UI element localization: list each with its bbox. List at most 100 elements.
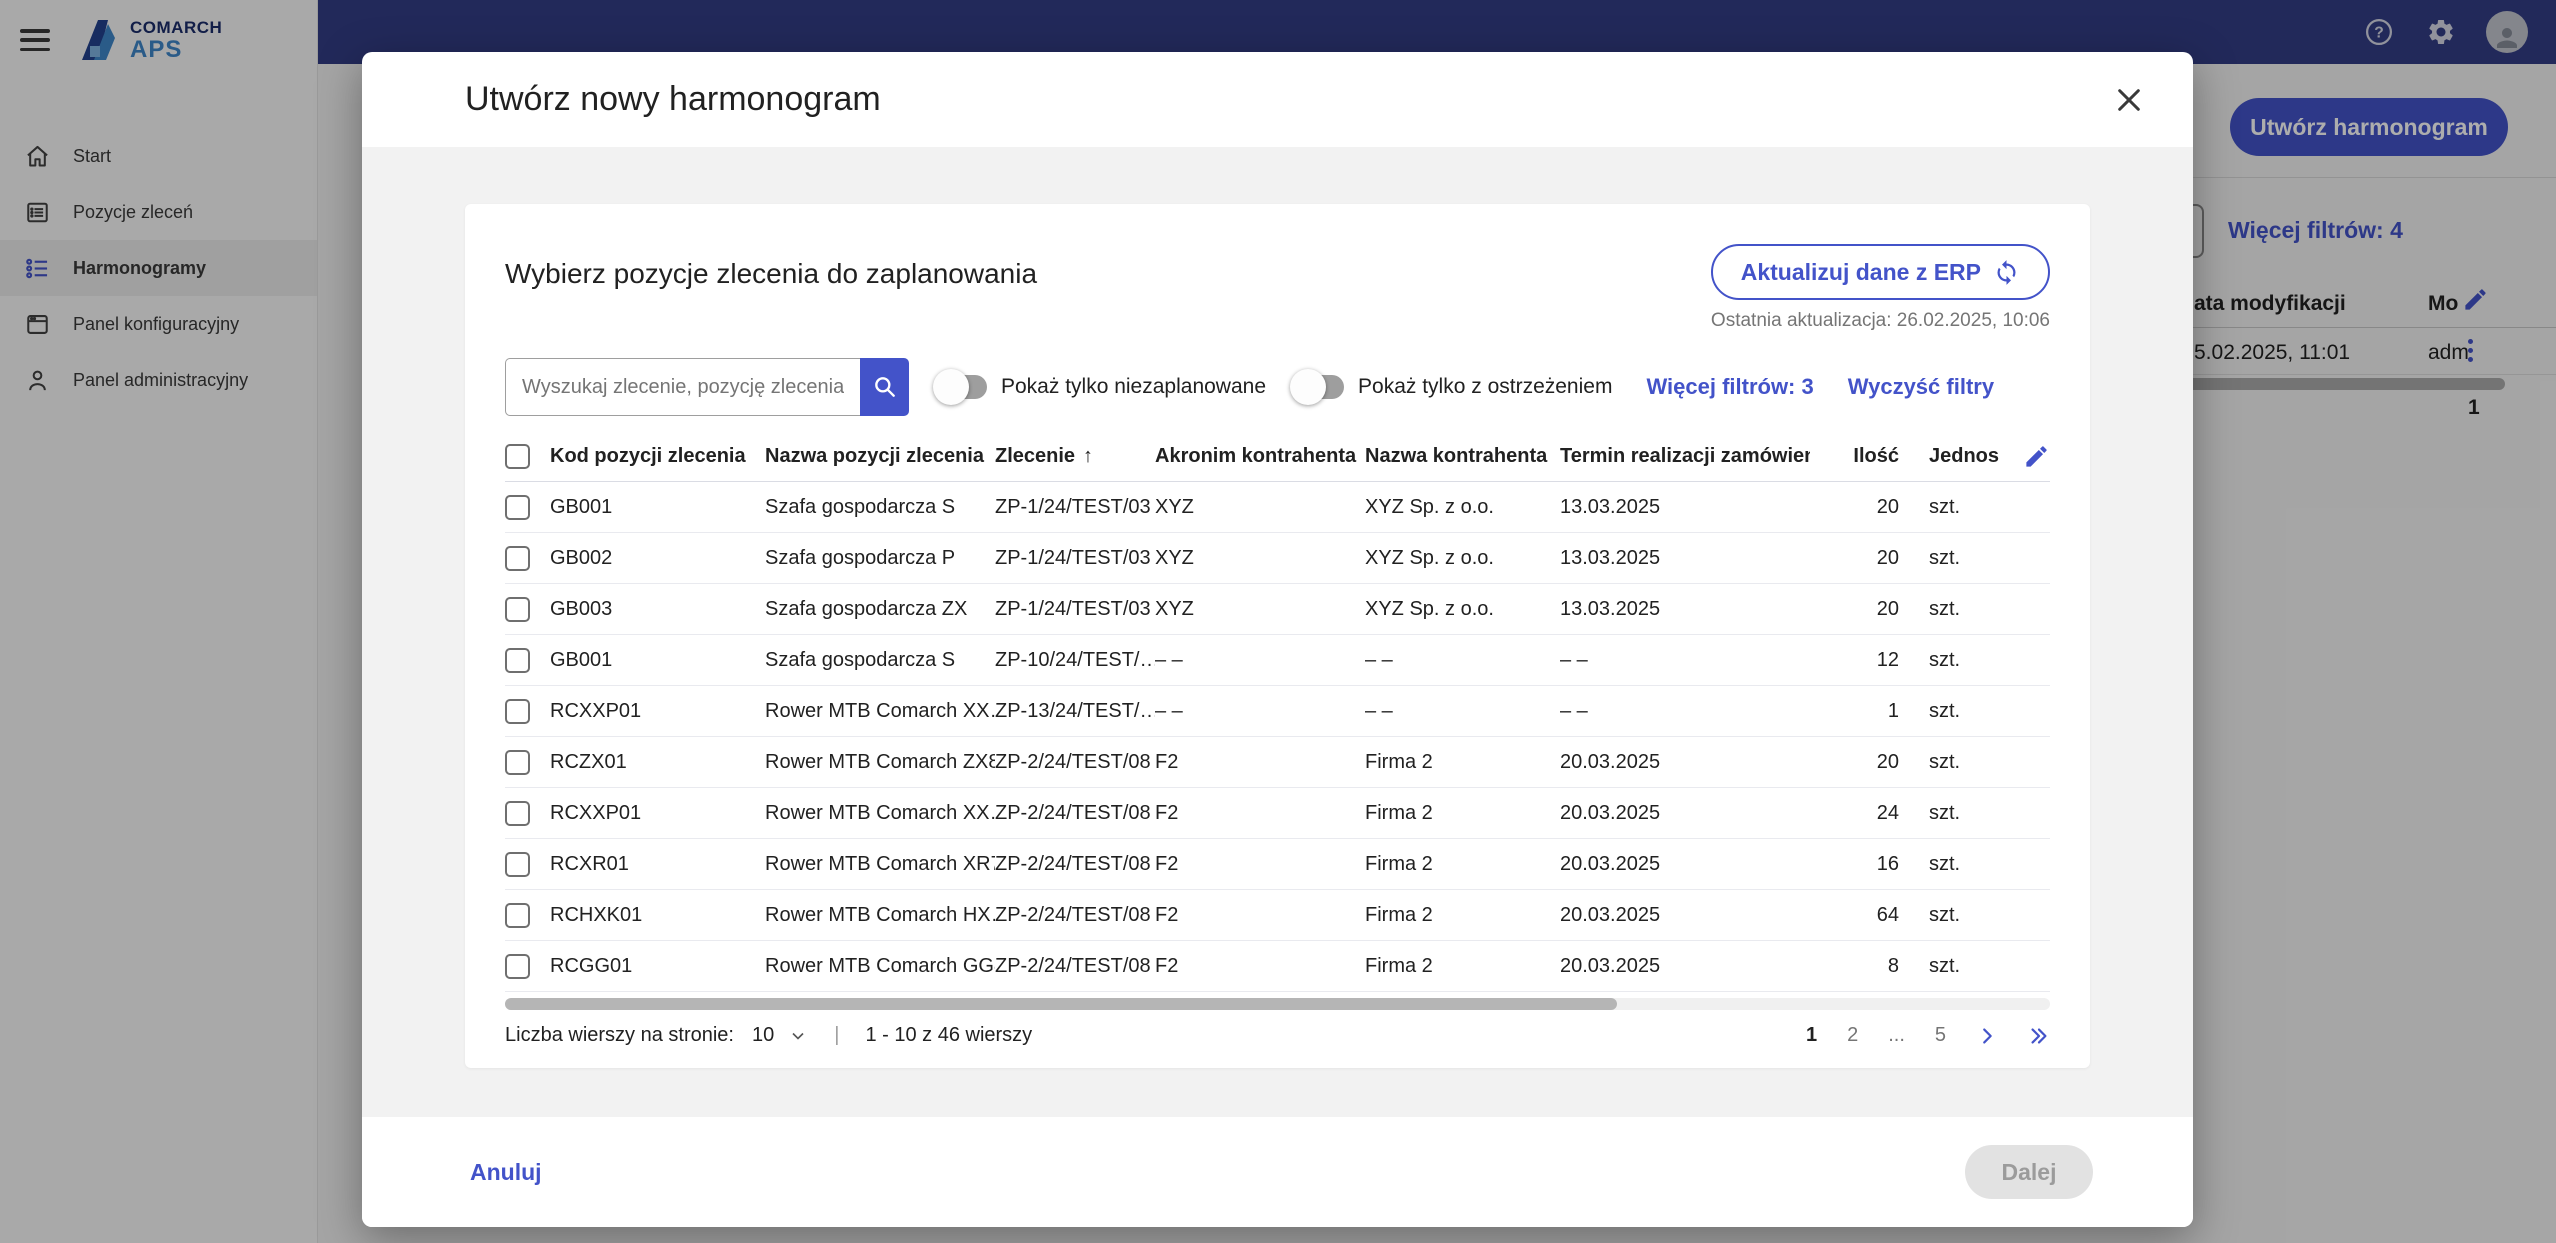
row-checkbox[interactable] (505, 902, 530, 928)
select-all-checkbox[interactable] (505, 444, 530, 469)
search-button[interactable] (860, 358, 909, 416)
cell-quantity: 20 (1876, 546, 1899, 569)
pagination-bar: Liczba wierszy na stronie: 10 | 1 - 10 z… (505, 1024, 2050, 1047)
table-row[interactable]: GB001 Szafa gospodarcza S ZP-10/24/TEST/… (505, 635, 2050, 686)
cell-order: ZP-2/24/TEST/08 (995, 801, 1151, 824)
cell-code: RCXXP01 (550, 801, 642, 824)
cell-code: RCXR01 (550, 852, 629, 875)
modal-header: Utwórz nowy harmonogram (362, 52, 2193, 147)
table-header-row: Kod pozycji zlecenia Nazwa pozycji zlece… (505, 432, 2050, 482)
last-page-icon[interactable] (2028, 1025, 2050, 1047)
cell-unit: szt. (1929, 495, 1961, 518)
cell-name: Szafa gospodarcza P (765, 546, 956, 569)
table-row[interactable]: RCGG01 Rower MTB Comarch GG89 ZP-2/24/TE… (505, 941, 2050, 992)
table-row[interactable]: RCZX01 Rower MTB Comarch ZX8… ZP-2/24/TE… (505, 737, 2050, 788)
toggle-warning-label: Pokaż tylko z ostrzeżeniem (1358, 375, 1613, 398)
table-row[interactable]: RCXXP01 Rower MTB Comarch XX… ZP-13/24/T… (505, 686, 2050, 737)
row-checkbox[interactable] (505, 749, 530, 775)
cell-name: Szafa gospodarcza ZX (765, 597, 968, 620)
cell-contractor: Firma 2 (1365, 954, 1433, 977)
cell-order: ZP-2/24/TEST/08 (995, 750, 1151, 773)
close-icon[interactable] (2113, 84, 2145, 116)
rows-per-page-select[interactable]: 10 (752, 1024, 808, 1047)
cell-code: RCGG01 (550, 954, 633, 977)
row-checkbox[interactable] (505, 647, 530, 673)
row-checkbox[interactable] (505, 851, 530, 877)
col-zlecenie[interactable]: Zlecenie ↑ (995, 445, 1155, 468)
modal-footer: Anuluj Dalej (362, 1117, 2193, 1227)
rows-per-page-value: 10 (751, 1024, 775, 1046)
next-button[interactable]: Dalej (1965, 1145, 2093, 1199)
table-row[interactable]: RCHXK01 Rower MTB Comarch HX… ZP-2/24/TE… (505, 890, 2050, 941)
col-jednostka: Jednos (1929, 445, 2000, 467)
row-checkbox[interactable] (505, 800, 530, 826)
cell-unit: szt. (1929, 546, 1961, 569)
cell-name: Rower MTB Comarch ZX8… (765, 750, 995, 773)
cell-order: ZP-2/24/TEST/08 (995, 852, 1151, 875)
cell-quantity: 64 (1876, 903, 1899, 926)
more-filters-link[interactable]: Więcej filtrów: 3 (1646, 374, 1813, 400)
page-2[interactable]: 2 (1847, 1024, 1858, 1047)
page-1[interactable]: 1 (1806, 1024, 1817, 1047)
cell-contractor: – – (1365, 648, 1393, 671)
cell-deadline: 20.03.2025 (1560, 852, 1661, 875)
table-row[interactable]: GB003 Szafa gospodarcza ZX ZP-1/24/TEST/… (505, 584, 2050, 635)
cell-contractor: XYZ Sp. z o.o. (1365, 546, 1494, 569)
cell-quantity: 24 (1876, 801, 1899, 824)
cell-code: RCHXK01 (550, 903, 643, 926)
row-checkbox[interactable] (505, 596, 530, 622)
cell-contractor: XYZ Sp. z o.o. (1365, 495, 1494, 518)
search-input[interactable] (505, 358, 860, 416)
cell-unit: szt. (1929, 903, 1961, 926)
scrollbar-thumb[interactable] (505, 998, 1618, 1010)
page-5[interactable]: 5 (1935, 1024, 1946, 1047)
col-ilosc: Ilość (1853, 445, 1899, 467)
cell-code: GB003 (550, 597, 613, 620)
col-akronim: Akronim kontrahenta (1155, 445, 1357, 467)
cell-deadline: 20.03.2025 (1560, 903, 1661, 926)
cell-unit: szt. (1929, 597, 1961, 620)
row-checkbox[interactable] (505, 698, 530, 724)
clear-filters-link[interactable]: Wyczyść filtry (1848, 374, 1994, 400)
next-page-icon[interactable] (1976, 1025, 1998, 1047)
cell-order: ZP-1/24/TEST/03 (995, 546, 1151, 569)
row-checkbox[interactable] (505, 494, 530, 520)
update-erp-button[interactable]: Aktualizuj dane z ERP (1710, 244, 2050, 300)
cell-quantity: 12 (1876, 648, 1899, 671)
row-checkbox[interactable] (505, 545, 530, 571)
cell-code: GB001 (550, 495, 613, 518)
col-nazwa-kontrahenta: Nazwa kontrahenta (1365, 445, 1548, 467)
cell-contractor: Firma 2 (1365, 801, 1433, 824)
col-kod-pozycji: Kod pozycji zlecenia (550, 445, 746, 467)
cell-name: Szafa gospodarcza S (765, 495, 956, 518)
page-ellipsis: ... (1888, 1024, 1905, 1046)
cell-code: RCZX01 (550, 750, 627, 773)
cell-acronym: F2 (1155, 852, 1179, 875)
cell-name: Rower MTB Comarch GG89 (765, 954, 995, 977)
cell-name: Rower MTB Comarch XX… (765, 699, 995, 722)
toggle-unplanned-group: Pokaż tylko niezaplanowane (933, 369, 1266, 405)
cell-name: Szafa gospodarcza S (765, 648, 956, 671)
section-title: Wybierz pozycje zlecenia do zaplanowania (505, 258, 1038, 289)
rows-range-text: 1 - 10 z 46 wierszy (865, 1024, 1033, 1046)
col-nazwa-pozycji: Nazwa pozycji zlecenia (765, 445, 984, 467)
cell-order: ZP-2/24/TEST/08 (995, 954, 1151, 977)
edit-columns-pencil-icon[interactable] (2023, 443, 2050, 470)
table-row[interactable]: RCXXP01 Rower MTB Comarch XX… ZP-2/24/TE… (505, 788, 2050, 839)
cell-deadline: 13.03.2025 (1560, 597, 1661, 620)
cell-quantity: 8 (1887, 954, 1899, 977)
toggle-warning-switch[interactable] (1290, 369, 1348, 405)
cell-order: ZP-10/24/TEST/… (995, 648, 1155, 671)
table-row[interactable]: RCXR01 Rower MTB Comarch XR7… ZP-2/24/TE… (505, 839, 2050, 890)
chevron-down-icon (788, 1026, 808, 1046)
cell-code: GB002 (550, 546, 613, 569)
row-checkbox[interactable] (505, 953, 530, 979)
modal-body: Wybierz pozycje zlecenia do zaplanowania… (362, 147, 2193, 1117)
toggle-unplanned-switch[interactable] (933, 369, 991, 405)
cell-code: GB001 (550, 648, 613, 671)
cell-deadline: 20.03.2025 (1560, 750, 1661, 773)
cell-acronym: XYZ (1155, 597, 1194, 620)
table-row[interactable]: GB002 Szafa gospodarcza P ZP-1/24/TEST/0… (505, 533, 2050, 584)
cancel-button[interactable]: Anuluj (470, 1159, 542, 1186)
table-row[interactable]: GB001 Szafa gospodarcza S ZP-1/24/TEST/0… (505, 482, 2050, 533)
